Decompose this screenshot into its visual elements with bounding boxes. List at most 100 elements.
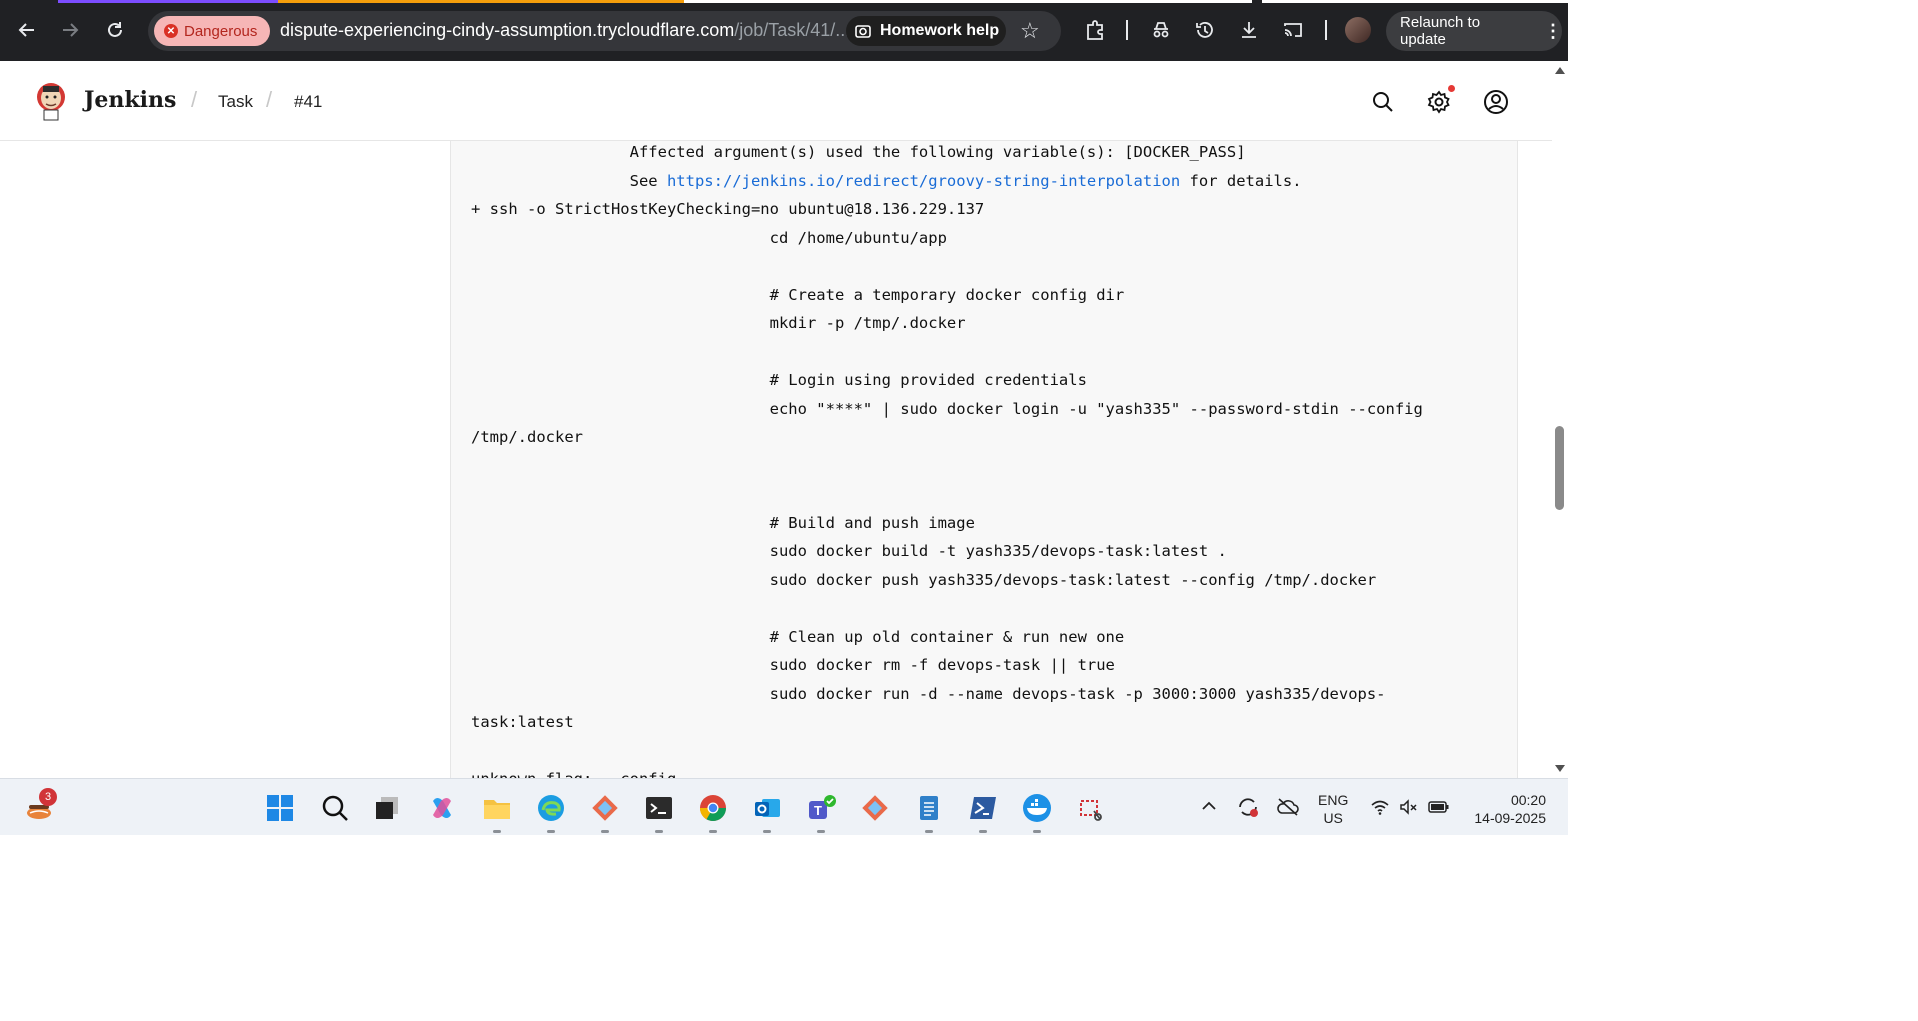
history-button[interactable] — [1191, 16, 1219, 44]
taskbar-search-button[interactable] — [318, 791, 352, 825]
console-line: # Login using provided credentials — [471, 371, 1087, 389]
git-app-2[interactable] — [858, 791, 892, 825]
running-indicator — [547, 830, 555, 833]
console-line: sudo docker build -t yash335/devops-task… — [471, 542, 1227, 560]
windows-taskbar: 3 T ENG US 00:20 14-09-2025 — [0, 778, 1568, 835]
snipping-tool-app[interactable] — [1074, 791, 1108, 825]
relaunch-button[interactable]: Relaunch to update ⋮ — [1386, 11, 1562, 51]
language-indicator[interactable]: ENG US — [1318, 791, 1348, 827]
arrow-right-icon — [63, 23, 79, 37]
sync-icon — [1239, 798, 1258, 817]
git-diamond-icon — [862, 795, 888, 821]
page-scrollbar[interactable] — [1552, 61, 1568, 778]
tab-accent-orange — [278, 0, 684, 3]
git-app[interactable] — [588, 791, 622, 833]
jenkins-header: Jenkins / Task / #41 — [0, 61, 1552, 141]
notification-badge: 3 — [39, 788, 57, 806]
url-host: dispute-experiencing-cindy-assumption.tr… — [280, 20, 735, 40]
homework-help-chip[interactable]: Homework help — [846, 16, 1006, 46]
incognito-button[interactable] — [1147, 16, 1175, 44]
cloud-offline-icon — [1277, 798, 1299, 816]
show-hidden-icons-button[interactable] — [1200, 797, 1218, 819]
tab-accent-white — [684, 0, 1252, 3]
groovy-interpolation-link[interactable]: https://jenkins.io/redirect/groovy-strin… — [667, 172, 1180, 190]
volume-tray-button[interactable] — [1398, 797, 1418, 821]
settings-button[interactable] — [1425, 88, 1453, 116]
git-diamond-icon — [592, 795, 618, 821]
running-indicator — [979, 830, 987, 833]
downloads-button[interactable] — [1235, 16, 1263, 44]
copilot-app[interactable] — [425, 791, 459, 825]
console-line: echo "****" | sudo docker login -u "yash… — [471, 399, 1423, 418]
onedrive-tray-button[interactable] — [1276, 795, 1300, 823]
breadcrumb-build[interactable]: #41 — [294, 92, 322, 112]
battery-tray-button[interactable] — [1428, 797, 1450, 821]
console-line: sudo docker run -d --name devops-task -p… — [471, 684, 1386, 703]
breadcrumb-task[interactable]: Task — [218, 92, 253, 112]
download-icon — [1242, 22, 1256, 38]
url-text[interactable]: dispute-experiencing-cindy-assumption.tr… — [280, 20, 850, 41]
address-bar[interactable]: ✕ Dangerous dispute-experiencing-cindy-a… — [148, 11, 1061, 51]
notepad-app[interactable] — [912, 791, 946, 833]
user-button[interactable] — [1482, 88, 1510, 116]
toolbar-divider — [1126, 20, 1128, 40]
console-line: Affected argument(s) used the following … — [471, 143, 1246, 161]
url-path: /job/Task/41/... — [734, 20, 851, 40]
back-button[interactable] — [13, 16, 41, 44]
edge-app[interactable] — [534, 791, 568, 833]
console-line: sudo docker rm -f devops-task || true — [471, 656, 1115, 674]
windows-start-icon — [267, 795, 293, 821]
profile-avatar[interactable] — [1345, 17, 1371, 43]
reload-button[interactable] — [101, 16, 129, 44]
scroll-down-arrow[interactable] — [1555, 765, 1565, 772]
console-line: + ssh -o StrictHostKeyChecking=no ubuntu… — [471, 200, 985, 218]
console-line: # Create a temporary docker config dir — [471, 285, 1125, 304]
battery-icon — [1428, 801, 1449, 813]
running-indicator — [601, 830, 609, 833]
console-text: Affected argument(s) used the following … — [471, 141, 1423, 778]
security-chip-label: Dangerous — [184, 22, 258, 40]
running-indicator — [1033, 830, 1041, 833]
running-indicator — [493, 830, 501, 833]
cast-icon — [1284, 23, 1302, 37]
forward-button[interactable] — [56, 16, 84, 44]
taskbar-clock[interactable]: 00:20 14-09-2025 — [1466, 791, 1546, 827]
cast-button[interactable] — [1279, 16, 1307, 44]
powershell-app[interactable] — [966, 791, 1000, 833]
bookmark-star-icon[interactable]: ☆ — [1020, 18, 1040, 44]
teams-icon: T — [809, 795, 836, 819]
console-line: See — [471, 171, 667, 190]
clock-time: 00:20 — [1510, 792, 1546, 808]
file-explorer-app[interactable] — [480, 791, 514, 833]
terminal-app[interactable] — [642, 791, 676, 833]
chrome-app[interactable] — [696, 791, 730, 833]
search-button[interactable] — [1369, 88, 1397, 116]
breadcrumb-separator: / — [266, 87, 273, 112]
security-chip[interactable]: ✕ Dangerous — [154, 16, 270, 46]
running-indicator — [817, 830, 825, 833]
wifi-tray-button[interactable] — [1370, 797, 1390, 821]
language-region: US — [1323, 810, 1343, 826]
teams-app[interactable]: T — [804, 791, 838, 833]
gear-icon — [1427, 90, 1450, 114]
terminal-icon — [646, 797, 672, 819]
user-circle-icon — [1484, 90, 1508, 114]
console-line: # Clean up old container & run new one — [471, 627, 1125, 646]
scroll-thumb[interactable] — [1555, 426, 1564, 510]
console-line: cd /home/ubuntu/app — [471, 228, 947, 247]
console-output: Affected argument(s) used the following … — [450, 141, 1518, 778]
outlook-app[interactable] — [750, 791, 784, 833]
notepad-icon — [920, 796, 938, 820]
scroll-up-arrow[interactable] — [1555, 67, 1565, 74]
jenkins-logo-icon[interactable] — [34, 81, 68, 121]
extensions-button[interactable] — [1081, 16, 1109, 44]
volume-muted-icon — [1400, 799, 1417, 815]
jenkins-title[interactable]: Jenkins — [84, 87, 176, 113]
start-button[interactable] — [263, 791, 297, 825]
running-indicator — [709, 830, 717, 833]
console-line: task:latest — [471, 713, 574, 731]
task-view-button[interactable] — [370, 791, 404, 825]
sync-tray-button[interactable] — [1236, 795, 1260, 823]
console-line: unknown flag: --config — [471, 770, 676, 778]
docker-app[interactable] — [1020, 791, 1054, 833]
